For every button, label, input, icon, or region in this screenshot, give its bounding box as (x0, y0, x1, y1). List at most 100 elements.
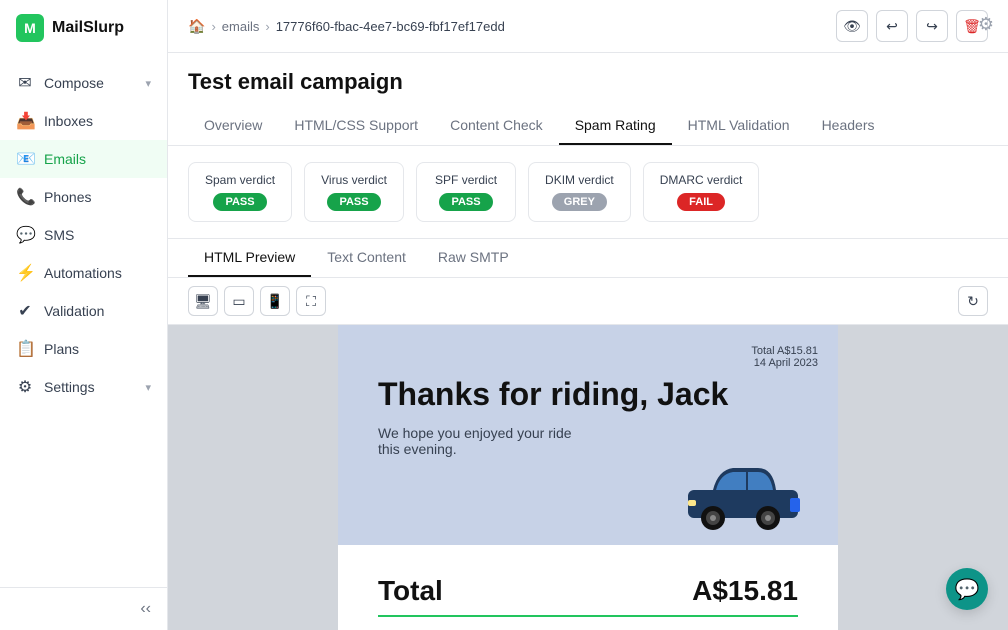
verdict-card-spf: SPF verdict PASS (416, 162, 516, 222)
tab-html-css[interactable]: HTML/CSS Support (278, 107, 434, 145)
settings-icon: ⚙ (16, 377, 34, 397)
inboxes-icon: 📥 (16, 111, 34, 131)
verdict-label-spf: SPF verdict (435, 173, 497, 187)
phones-icon: 📞 (16, 187, 34, 207)
email-total-label: Total A$15.81 (751, 345, 818, 357)
mobile-view-button[interactable]: 📱 (260, 286, 290, 316)
sidebar-item-validation[interactable]: ✔ Validation (0, 292, 167, 330)
logo-name: MailSlurp (52, 19, 124, 37)
chevron-icon: ▾ (145, 381, 151, 394)
sidebar-label-emails: Emails (44, 151, 86, 167)
breadcrumb-sep2: › (265, 19, 269, 34)
compose-icon: ✉ (16, 73, 34, 93)
email-body: Total A$15.81 Trip fare A$13.43 (338, 545, 838, 630)
total-row: Total A$15.81 (378, 575, 798, 607)
sidebar-item-settings[interactable]: ⚙ Settings ▾ (0, 368, 167, 406)
sidebar-label-validation: Validation (44, 303, 104, 319)
page-title: Test email campaign (188, 69, 988, 95)
verdict-card-dmarc: DMARC verdict FAIL (643, 162, 760, 222)
tablet-view-button[interactable]: ▭ (224, 286, 254, 316)
verdict-label-dmarc: DMARC verdict (660, 173, 743, 187)
sidebar-label-plans: Plans (44, 341, 79, 357)
verdict-label-spam: Spam verdict (205, 173, 275, 187)
topbar: 🏠 › emails › 17776f60-fbac-4ee7-bc69-fbf… (168, 0, 1008, 53)
preview-toolbar: 🖥 ▭ 📱 ⛶ ↻ (168, 278, 1008, 325)
sidebar-item-plans[interactable]: 📋 Plans (0, 330, 167, 368)
tab-overview[interactable]: Overview (188, 107, 278, 145)
email-header-area: Total A$15.81 14 April 2023 Thanks for r… (338, 325, 838, 545)
email-greeting-text: We hope you enjoyed your ride this eveni… (378, 425, 578, 457)
validation-icon: ✔ (16, 301, 34, 321)
home-icon[interactable]: 🏠 (188, 18, 205, 35)
preview-tab-raw-smtp[interactable]: Raw SMTP (422, 239, 525, 277)
sidebar-label-automations: Automations (44, 265, 122, 281)
collapse-button[interactable]: ‹‹ (16, 600, 151, 618)
refresh-button[interactable]: ↻ (958, 286, 988, 316)
email-greeting-title: Thanks for riding, Jack (378, 375, 728, 413)
sidebar-label-settings: Settings (44, 379, 95, 395)
email-date: 14 April 2023 (751, 357, 818, 369)
car-illustration (678, 452, 808, 535)
breadcrumb-emails[interactable]: emails (222, 19, 260, 34)
verdict-label-dkim: DKIM verdict (545, 173, 614, 187)
email-preview: Total A$15.81 14 April 2023 Thanks for r… (168, 325, 1008, 630)
verdict-badge-dmarc: FAIL (677, 193, 725, 211)
preview-tab-text-content[interactable]: Text Content (311, 239, 422, 277)
page-title-bar: Test email campaign (168, 53, 1008, 107)
sidebar-label-sms: SMS (44, 227, 74, 243)
breadcrumb: 🏠 › emails › 17776f60-fbac-4ee7-bc69-fbf… (188, 18, 505, 35)
verdict-badge-spam: PASS (213, 193, 266, 211)
main-tabs: OverviewHTML/CSS SupportContent CheckSpa… (168, 107, 1008, 146)
sidebar-nav: ✉ Compose ▾ 📥 Inboxes 📧 Emails 📞 Phones … (0, 56, 167, 587)
sidebar-item-inboxes[interactable]: 📥 Inboxes (0, 102, 167, 140)
tab-html-validation[interactable]: HTML Validation (672, 107, 806, 145)
plans-icon: 📋 (16, 339, 34, 359)
sidebar-item-automations[interactable]: ⚡ Automations (0, 254, 167, 292)
view-button[interactable]: 👁 (836, 10, 868, 42)
sidebar-item-emails[interactable]: 📧 Emails (0, 140, 167, 178)
total-value: A$15.81 (692, 575, 798, 607)
breadcrumb-email-id: 17776f60-fbac-4ee7-bc69-fbf17ef17edd (276, 19, 505, 34)
verdict-card-dkim: DKIM verdict GREY (528, 162, 631, 222)
sms-icon: 💬 (16, 225, 34, 245)
total-label: Total (378, 575, 443, 607)
tab-spam-rating[interactable]: Spam Rating (559, 107, 672, 145)
main-content: 🏠 › emails › 17776f60-fbac-4ee7-bc69-fbf… (168, 0, 1008, 630)
reply-button[interactable]: ↩ (876, 10, 908, 42)
preview-tabs: HTML PreviewText ContentRaw SMTP (168, 239, 1008, 278)
verdict-label-virus: Virus verdict (321, 173, 387, 187)
verdict-badge-virus: PASS (327, 193, 380, 211)
email-greeting: Thanks for riding, Jack We hope you enjo… (378, 355, 728, 457)
sidebar-item-compose[interactable]: ✉ Compose ▾ (0, 64, 167, 102)
preview-toolbar-left: 🖥 ▭ 📱 ⛶ (188, 286, 326, 316)
topbar-actions: 👁 ↩ ↪ 🗑 (836, 10, 988, 42)
settings-icon[interactable]: ⚙ (978, 14, 994, 35)
email-content: Total A$15.81 14 April 2023 Thanks for r… (338, 325, 838, 630)
divider (378, 615, 798, 617)
sidebar-item-phones[interactable]: 📞 Phones (0, 178, 167, 216)
sidebar-logo: M MailSlurp (0, 0, 167, 56)
email-header-top-right: Total A$15.81 14 April 2023 (751, 345, 818, 369)
automations-icon: ⚡ (16, 263, 34, 283)
logo-icon: M (16, 14, 44, 42)
preview-tab-html-preview[interactable]: HTML Preview (188, 239, 311, 277)
chat-bubble[interactable]: 💬 (946, 568, 988, 610)
fullscreen-button[interactable]: ⛶ (296, 286, 326, 316)
sidebar-label-inboxes: Inboxes (44, 113, 93, 129)
verdict-section: Spam verdict PASS Virus verdict PASS SPF… (168, 146, 1008, 239)
verdict-badge-dkim: GREY (552, 193, 607, 211)
emails-icon: 📧 (16, 149, 34, 169)
verdict-card-spam: Spam verdict PASS (188, 162, 292, 222)
verdict-card-virus: Virus verdict PASS (304, 162, 404, 222)
sidebar: M MailSlurp ✉ Compose ▾ 📥 Inboxes 📧 Emai… (0, 0, 168, 630)
desktop-view-button[interactable]: 🖥 (188, 286, 218, 316)
chevron-icon: ▾ (145, 77, 151, 90)
breadcrumb-sep1: › (211, 19, 215, 34)
forward-button[interactable]: ↪ (916, 10, 948, 42)
sidebar-label-phones: Phones (44, 189, 91, 205)
verdict-badge-spf: PASS (439, 193, 492, 211)
sidebar-item-sms[interactable]: 💬 SMS (0, 216, 167, 254)
tab-content-check[interactable]: Content Check (434, 107, 559, 145)
sidebar-label-compose: Compose (44, 75, 104, 91)
tab-headers[interactable]: Headers (806, 107, 891, 145)
